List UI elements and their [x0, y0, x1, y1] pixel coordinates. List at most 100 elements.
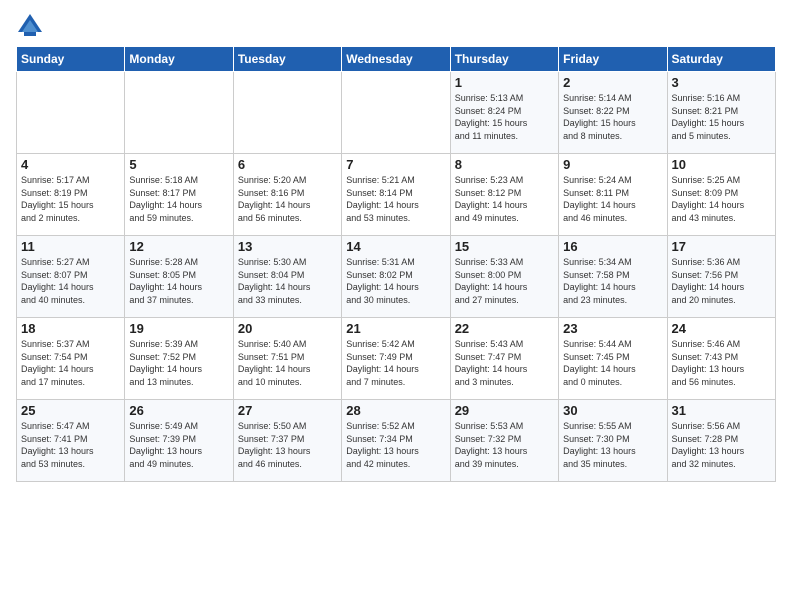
- calendar-day-cell: 6 Sunrise: 5:20 AMSunset: 8:16 PMDaylight…: [233, 154, 341, 236]
- day-number: 18: [21, 321, 120, 336]
- day-info: Sunrise: 5:47 AMSunset: 7:41 PMDaylight:…: [21, 420, 120, 470]
- calendar-day-cell: 22 Sunrise: 5:43 AMSunset: 7:47 PMDayligh…: [450, 318, 558, 400]
- calendar-week-row: 1 Sunrise: 5:13 AMSunset: 8:24 PMDaylight…: [17, 72, 776, 154]
- day-info: Sunrise: 5:33 AMSunset: 8:00 PMDaylight:…: [455, 256, 554, 306]
- day-info: Sunrise: 5:14 AMSunset: 8:22 PMDaylight:…: [563, 92, 662, 142]
- day-number: 28: [346, 403, 445, 418]
- calendar-day-cell: [17, 72, 125, 154]
- calendar-day-cell: 27 Sunrise: 5:50 AMSunset: 7:37 PMDayligh…: [233, 400, 341, 482]
- calendar-day-cell: [125, 72, 233, 154]
- day-number: 27: [238, 403, 337, 418]
- day-info: Sunrise: 5:13 AMSunset: 8:24 PMDaylight:…: [455, 92, 554, 142]
- day-number: 30: [563, 403, 662, 418]
- dow-header: Monday: [125, 47, 233, 72]
- day-number: 16: [563, 239, 662, 254]
- calendar-day-cell: 13 Sunrise: 5:30 AMSunset: 8:04 PMDayligh…: [233, 236, 341, 318]
- logo: [16, 12, 48, 40]
- days-of-week-row: SundayMondayTuesdayWednesdayThursdayFrid…: [17, 47, 776, 72]
- day-info: Sunrise: 5:23 AMSunset: 8:12 PMDaylight:…: [455, 174, 554, 224]
- day-number: 8: [455, 157, 554, 172]
- calendar-week-row: 18 Sunrise: 5:37 AMSunset: 7:54 PMDayligh…: [17, 318, 776, 400]
- dow-header: Tuesday: [233, 47, 341, 72]
- calendar: SundayMondayTuesdayWednesdayThursdayFrid…: [16, 46, 776, 482]
- logo-icon: [16, 12, 44, 40]
- dow-header: Thursday: [450, 47, 558, 72]
- day-number: 25: [21, 403, 120, 418]
- day-info: Sunrise: 5:42 AMSunset: 7:49 PMDaylight:…: [346, 338, 445, 388]
- calendar-day-cell: 9Sunrise: 5:24 AMSunset: 8:11 PMDaylight…: [559, 154, 667, 236]
- header: [16, 12, 776, 40]
- day-info: Sunrise: 5:50 AMSunset: 7:37 PMDaylight:…: [238, 420, 337, 470]
- dow-header: Wednesday: [342, 47, 450, 72]
- calendar-day-cell: 12 Sunrise: 5:28 AMSunset: 8:05 PMDayligh…: [125, 236, 233, 318]
- day-number: 13: [238, 239, 337, 254]
- day-number: 22: [455, 321, 554, 336]
- day-number: 2: [563, 75, 662, 90]
- day-info: Sunrise: 5:49 AMSunset: 7:39 PMDaylight:…: [129, 420, 228, 470]
- calendar-day-cell: 11Sunrise: 5:27 AMSunset: 8:07 PMDayligh…: [17, 236, 125, 318]
- day-number: 14: [346, 239, 445, 254]
- calendar-day-cell: 23 Sunrise: 5:44 AMSunset: 7:45 PMDayligh…: [559, 318, 667, 400]
- calendar-day-cell: 18 Sunrise: 5:37 AMSunset: 7:54 PMDayligh…: [17, 318, 125, 400]
- day-info: Sunrise: 5:17 AMSunset: 8:19 PMDaylight:…: [21, 174, 120, 224]
- day-number: 26: [129, 403, 228, 418]
- calendar-day-cell: 20Sunrise: 5:40 AMSunset: 7:51 PMDayligh…: [233, 318, 341, 400]
- day-number: 12: [129, 239, 228, 254]
- day-number: 29: [455, 403, 554, 418]
- day-info: Sunrise: 5:27 AMSunset: 8:07 PMDaylight:…: [21, 256, 120, 306]
- calendar-day-cell: 15 Sunrise: 5:33 AMSunset: 8:00 PMDayligh…: [450, 236, 558, 318]
- calendar-day-cell: 26 Sunrise: 5:49 AMSunset: 7:39 PMDayligh…: [125, 400, 233, 482]
- calendar-day-cell: 14 Sunrise: 5:31 AMSunset: 8:02 PMDayligh…: [342, 236, 450, 318]
- day-number: 15: [455, 239, 554, 254]
- day-info: Sunrise: 5:53 AMSunset: 7:32 PMDaylight:…: [455, 420, 554, 470]
- day-info: Sunrise: 5:56 AMSunset: 7:28 PMDaylight:…: [672, 420, 771, 470]
- calendar-day-cell: 3Sunrise: 5:16 AMSunset: 8:21 PMDaylight…: [667, 72, 775, 154]
- dow-header: Sunday: [17, 47, 125, 72]
- calendar-day-cell: 10 Sunrise: 5:25 AMSunset: 8:09 PMDayligh…: [667, 154, 775, 236]
- day-number: 7: [346, 157, 445, 172]
- calendar-day-cell: 19 Sunrise: 5:39 AMSunset: 7:52 PMDayligh…: [125, 318, 233, 400]
- day-info: Sunrise: 5:43 AMSunset: 7:47 PMDaylight:…: [455, 338, 554, 388]
- day-info: Sunrise: 5:34 AMSunset: 7:58 PMDaylight:…: [563, 256, 662, 306]
- calendar-day-cell: [233, 72, 341, 154]
- calendar-week-row: 4 Sunrise: 5:17 AMSunset: 8:19 PMDaylight…: [17, 154, 776, 236]
- day-number: 19: [129, 321, 228, 336]
- day-info: Sunrise: 5:18 AMSunset: 8:17 PMDaylight:…: [129, 174, 228, 224]
- day-info: Sunrise: 5:36 AMSunset: 7:56 PMDaylight:…: [672, 256, 771, 306]
- day-number: 20: [238, 321, 337, 336]
- calendar-body: 1 Sunrise: 5:13 AMSunset: 8:24 PMDaylight…: [17, 72, 776, 482]
- day-info: Sunrise: 5:21 AMSunset: 8:14 PMDaylight:…: [346, 174, 445, 224]
- day-info: Sunrise: 5:44 AMSunset: 7:45 PMDaylight:…: [563, 338, 662, 388]
- day-info: Sunrise: 5:31 AMSunset: 8:02 PMDaylight:…: [346, 256, 445, 306]
- calendar-day-cell: 25 Sunrise: 5:47 AMSunset: 7:41 PMDayligh…: [17, 400, 125, 482]
- day-number: 6: [238, 157, 337, 172]
- day-info: Sunrise: 5:16 AMSunset: 8:21 PMDaylight:…: [672, 92, 771, 142]
- day-info: Sunrise: 5:25 AMSunset: 8:09 PMDaylight:…: [672, 174, 771, 224]
- calendar-week-row: 11Sunrise: 5:27 AMSunset: 8:07 PMDayligh…: [17, 236, 776, 318]
- day-info: Sunrise: 5:20 AMSunset: 8:16 PMDaylight:…: [238, 174, 337, 224]
- page: SundayMondayTuesdayWednesdayThursdayFrid…: [0, 0, 792, 612]
- day-number: 17: [672, 239, 771, 254]
- day-number: 9: [563, 157, 662, 172]
- dow-header: Friday: [559, 47, 667, 72]
- day-number: 1: [455, 75, 554, 90]
- day-number: 10: [672, 157, 771, 172]
- day-info: Sunrise: 5:46 AMSunset: 7:43 PMDaylight:…: [672, 338, 771, 388]
- calendar-day-cell: 30Sunrise: 5:55 AMSunset: 7:30 PMDayligh…: [559, 400, 667, 482]
- day-number: 31: [672, 403, 771, 418]
- day-number: 23: [563, 321, 662, 336]
- calendar-day-cell: [342, 72, 450, 154]
- calendar-day-cell: 5Sunrise: 5:18 AMSunset: 8:17 PMDaylight…: [125, 154, 233, 236]
- calendar-day-cell: 2 Sunrise: 5:14 AMSunset: 8:22 PMDaylight…: [559, 72, 667, 154]
- calendar-day-cell: 4 Sunrise: 5:17 AMSunset: 8:19 PMDaylight…: [17, 154, 125, 236]
- calendar-day-cell: 24Sunrise: 5:46 AMSunset: 7:43 PMDayligh…: [667, 318, 775, 400]
- calendar-day-cell: 1 Sunrise: 5:13 AMSunset: 8:24 PMDaylight…: [450, 72, 558, 154]
- day-info: Sunrise: 5:30 AMSunset: 8:04 PMDaylight:…: [238, 256, 337, 306]
- day-number: 21: [346, 321, 445, 336]
- day-number: 4: [21, 157, 120, 172]
- day-info: Sunrise: 5:52 AMSunset: 7:34 PMDaylight:…: [346, 420, 445, 470]
- day-info: Sunrise: 5:28 AMSunset: 8:05 PMDaylight:…: [129, 256, 228, 306]
- day-info: Sunrise: 5:37 AMSunset: 7:54 PMDaylight:…: [21, 338, 120, 388]
- calendar-day-cell: 17 Sunrise: 5:36 AMSunset: 7:56 PMDayligh…: [667, 236, 775, 318]
- day-info: Sunrise: 5:39 AMSunset: 7:52 PMDaylight:…: [129, 338, 228, 388]
